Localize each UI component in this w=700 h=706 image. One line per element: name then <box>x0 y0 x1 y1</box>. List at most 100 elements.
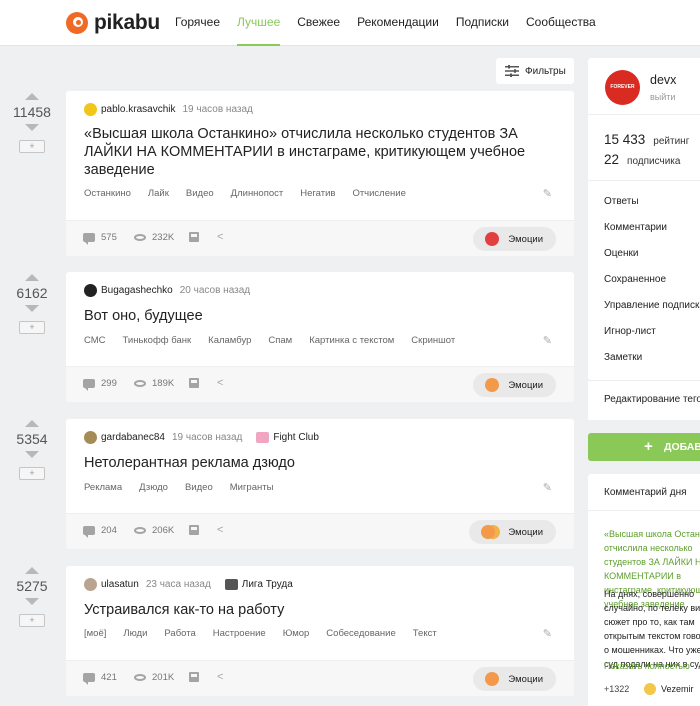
comments-button[interactable]: 575 <box>83 232 117 245</box>
save-plus-button[interactable]: + <box>19 140 45 153</box>
comment-author[interactable]: Vezemir <box>644 683 694 695</box>
logout-link[interactable]: выйти <box>650 92 675 102</box>
save-button[interactable] <box>189 525 205 535</box>
tag[interactable]: Реклама <box>84 482 122 493</box>
upvote-icon[interactable] <box>25 420 39 427</box>
save-plus-button[interactable]: + <box>19 321 45 334</box>
pikabu-logo[interactable]: pikabu <box>66 11 160 35</box>
tag[interactable]: Собеседование <box>326 628 395 639</box>
tag[interactable]: Текст <box>413 628 437 639</box>
edit-tags-link[interactable]: Редактирование тегов <box>604 394 700 405</box>
show-full-link[interactable]: Показать полностью <box>604 661 690 671</box>
tag[interactable]: Видео <box>185 482 213 493</box>
tag[interactable]: Спам <box>268 335 292 346</box>
save-button[interactable] <box>189 378 205 388</box>
story-title[interactable]: Устраивался как-то на работу <box>84 601 284 619</box>
comments-button[interactable]: 204 <box>83 525 117 538</box>
tag[interactable]: [моё] <box>84 628 106 639</box>
emotions-button[interactable]: Эмоции <box>473 373 556 397</box>
labor-league-icon <box>224 579 238 590</box>
tag[interactable]: Скриншот <box>411 335 455 346</box>
share-button[interactable]: < <box>217 525 229 536</box>
laughing-emoji-icon <box>481 525 496 539</box>
tag[interactable]: Юмор <box>283 628 310 639</box>
nav-communities[interactable]: Сообщества <box>526 0 596 46</box>
user-avatar[interactable]: FOREVER ALONE <box>605 70 640 125</box>
downvote-icon[interactable] <box>25 305 39 312</box>
share-button[interactable]: < <box>217 378 229 389</box>
menu-comments[interactable]: Комментарии <box>604 222 667 233</box>
upvote-icon[interactable] <box>25 567 39 574</box>
story-author[interactable]: pablo.krasavchik <box>101 104 175 115</box>
username[interactable]: devx <box>650 73 676 87</box>
nav-recommendations[interactable]: Рекомендации <box>357 0 439 46</box>
comments-button[interactable]: 299 <box>83 378 117 391</box>
save-plus-button[interactable]: + <box>19 614 45 627</box>
tag[interactable]: Дзюдо <box>139 482 168 493</box>
tag[interactable]: Работа <box>164 628 195 639</box>
emotions-button[interactable]: Эмоции <box>473 227 556 251</box>
community-name: Fight Club <box>273 432 319 443</box>
tag[interactable]: Видео <box>186 188 214 199</box>
share-button[interactable]: < <box>217 672 229 683</box>
subscribers-stat[interactable]: 22 подписчика <box>604 152 680 167</box>
author-avatar[interactable] <box>84 578 97 591</box>
tag[interactable]: Картинка с текстом <box>309 335 394 346</box>
tag[interactable]: Негатив <box>300 188 335 199</box>
nav-subscriptions[interactable]: Подписки <box>456 0 509 46</box>
edit-tags-icon[interactable]: ✎ <box>543 627 552 640</box>
nav-best[interactable]: Лучшее <box>237 0 281 46</box>
menu-saved[interactable]: Сохраненное <box>604 274 666 285</box>
save-button[interactable] <box>189 232 205 242</box>
community-link[interactable]: Fight Club <box>256 432 319 443</box>
share-button[interactable]: < <box>217 232 229 243</box>
edit-tags-icon[interactable]: ✎ <box>543 187 552 200</box>
story-author[interactable]: ulasatun <box>101 579 139 590</box>
divider <box>588 114 700 115</box>
save-button[interactable] <box>189 672 205 682</box>
upvote-icon[interactable] <box>25 274 39 281</box>
author-avatar[interactable] <box>84 431 97 444</box>
edit-tags-icon[interactable]: ✎ <box>543 481 552 494</box>
story-title[interactable]: Нетолерантная реклама дзюдо <box>84 454 295 472</box>
menu-manage-subscriptions[interactable]: Управление подписками <box>604 300 700 311</box>
nav-fresh[interactable]: Свежее <box>297 0 340 46</box>
story-author[interactable]: Bugagashechko <box>101 285 173 296</box>
author-avatar[interactable] <box>84 103 97 116</box>
emotions-button[interactable]: Эмоции <box>473 667 556 691</box>
story-author[interactable]: gardabanec84 <box>101 432 165 443</box>
story-title[interactable]: «Высшая школа Останкино» отчислила неско… <box>84 125 534 179</box>
edit-tags-icon[interactable]: ✎ <box>543 334 552 347</box>
tag[interactable]: Останкино <box>84 188 131 199</box>
save-plus-button[interactable]: + <box>19 467 45 480</box>
menu-answers[interactable]: Ответы <box>604 196 639 207</box>
downvote-icon[interactable] <box>25 598 39 605</box>
tag[interactable]: Настроение <box>213 628 266 639</box>
nav-hot[interactable]: Горячее <box>175 0 220 46</box>
story-title[interactable]: Вот оно, будущее <box>84 307 203 325</box>
tag[interactable]: СМС <box>84 335 106 346</box>
downvote-icon[interactable] <box>25 451 39 458</box>
upvote-icon[interactable] <box>25 93 39 100</box>
community-link[interactable]: Лига Труда <box>224 579 293 590</box>
tag[interactable]: Длиннопост <box>231 188 284 199</box>
logo-text: pikabu <box>94 11 160 34</box>
downvote-icon[interactable] <box>25 124 39 131</box>
menu-ratings[interactable]: Оценки <box>604 248 638 259</box>
tag[interactable]: Отчисление <box>352 188 405 199</box>
menu-ignore-list[interactable]: Игнор-лист <box>604 326 656 337</box>
add-post-button[interactable]: + ДОБАВИТЬ ПОСТ <box>588 433 700 461</box>
author-avatar[interactable] <box>84 284 97 297</box>
emotions-button[interactable]: Эмоции <box>469 520 556 544</box>
comment-icon <box>83 526 95 538</box>
tag[interactable]: Люди <box>123 628 147 639</box>
menu-notes[interactable]: Заметки <box>604 352 642 363</box>
vote-block: 5275 + <box>0 567 64 627</box>
tag[interactable]: Тинькофф банк <box>123 335 192 346</box>
tag[interactable]: Мигранты <box>230 482 274 493</box>
story-time: 19 часов назад <box>171 432 243 443</box>
tag[interactable]: Каламбур <box>208 335 251 346</box>
comments-button[interactable]: 421 <box>83 672 117 685</box>
tag[interactable]: Лайк <box>148 188 169 199</box>
filters-button[interactable]: Фильтры <box>496 58 574 84</box>
